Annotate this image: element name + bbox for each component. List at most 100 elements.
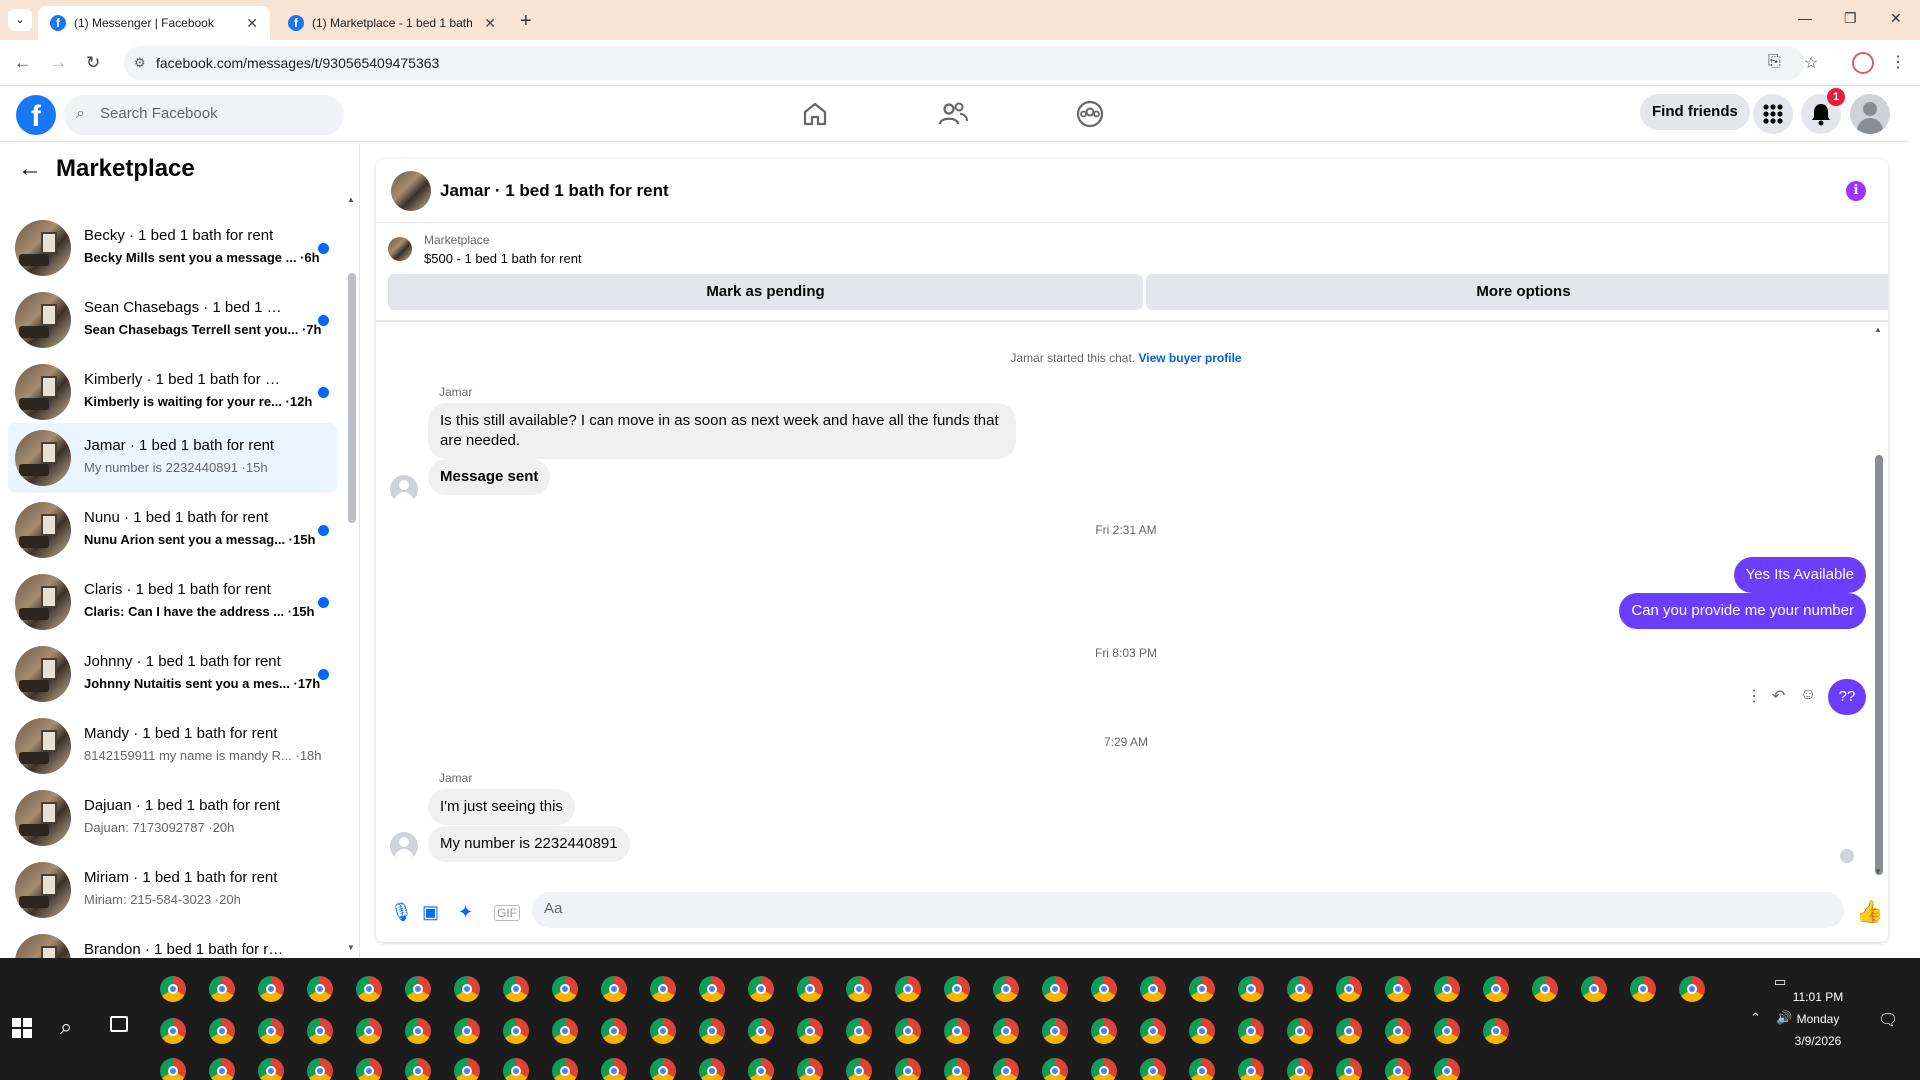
taskbar-app-icon[interactable] — [1189, 1018, 1215, 1044]
notification-center-icon[interactable]: 🗨 — [1878, 1010, 1898, 1030]
taskbar-app-icon[interactable] — [944, 976, 970, 1002]
react-emoji-icon[interactable]: ☺ — [1800, 686, 1816, 704]
taskbar-app-icon[interactable] — [1483, 1018, 1509, 1044]
taskbar-app-icon[interactable] — [1140, 1018, 1166, 1044]
conversation-item[interactable]: Brandon · 1 bed 1 bath for rent — [8, 927, 337, 958]
bookmark-star-icon[interactable]: ☆ — [1804, 53, 1818, 73]
taskbar-app-icon[interactable] — [1434, 1058, 1460, 1080]
windows-start-icon[interactable] — [12, 1018, 32, 1038]
taskbar-app-icon[interactable] — [1238, 1058, 1264, 1080]
listing-title[interactable]: $500 - 1 bed 1 bath for rent — [424, 251, 582, 266]
taskbar-app-icon[interactable] — [1385, 1058, 1411, 1080]
gif-icon[interactable]: GIF — [494, 905, 520, 921]
taskbar-app-icon[interactable] — [405, 1018, 431, 1044]
url-field[interactable]: ⚙ facebook.com/messages/t/93056540947536… — [124, 46, 1818, 80]
taskbar-app-icon[interactable] — [209, 1018, 235, 1044]
microphone-icon[interactable]: 🎙 — [390, 902, 413, 923]
taskbar-app-icon[interactable] — [1189, 1058, 1215, 1080]
taskbar-app-icon[interactable] — [160, 1058, 186, 1080]
taskbar-app-icon[interactable] — [1630, 976, 1656, 1002]
taskbar-app-icon[interactable] — [601, 1018, 627, 1044]
taskbar-app-icon[interactable] — [993, 1058, 1019, 1080]
conversation-item[interactable]: Kimberly · 1 bed 1 bath for rent Kimberl… — [8, 357, 337, 427]
taskbar-app-icon[interactable] — [846, 1058, 872, 1080]
clock-day[interactable]: Monday — [1778, 1012, 1858, 1026]
taskbar-app-icon[interactable] — [307, 976, 333, 1002]
taskbar-app-icon[interactable] — [1483, 976, 1509, 1002]
mark-as-pending-button[interactable]: Mark as pending — [388, 274, 1143, 310]
scroll-up-icon[interactable]: ▲ — [1874, 325, 1882, 334]
taskbar-app-icon[interactable] — [1287, 1018, 1313, 1044]
scroll-up-icon[interactable]: ▲ — [347, 195, 355, 204]
taskbar-app-icon[interactable] — [356, 1058, 382, 1080]
chat-title[interactable]: Jamar · 1 bed 1 bath for rent — [440, 181, 669, 201]
taskbar-app-icon[interactable] — [748, 1018, 774, 1044]
taskbar-app-icon[interactable] — [258, 1018, 284, 1044]
home-icon[interactable] — [799, 98, 831, 130]
sidebar-scrollbar[interactable] — [348, 273, 356, 523]
taskbar-app-icon[interactable] — [650, 1058, 676, 1080]
taskbar-app-icon[interactable] — [552, 976, 578, 1002]
taskbar-app-icon[interactable] — [650, 1018, 676, 1044]
taskbar-app-icon[interactable] — [454, 1058, 480, 1080]
find-friends-button[interactable]: Find friends — [1640, 94, 1750, 130]
taskbar-app-icon[interactable] — [944, 1058, 970, 1080]
taskbar-app-icon[interactable] — [160, 976, 186, 1002]
taskbar-app-icon[interactable] — [1385, 1018, 1411, 1044]
clock-time[interactable]: 11:01 PM — [1778, 990, 1858, 1004]
taskbar-app-icon[interactable] — [1287, 1058, 1313, 1080]
taskbar-app-icon[interactable] — [601, 976, 627, 1002]
tab-messenger[interactable]: f (1) Messenger | Facebook ✕ — [38, 6, 270, 40]
scroll-down-icon[interactable]: ▼ — [347, 943, 355, 952]
conversation-item[interactable]: Sean Chasebags · 1 bed 1 bath ... Sean C… — [8, 285, 337, 355]
conversation-item[interactable]: Nunu · 1 bed 1 bath for rent Nunu Arion … — [8, 495, 337, 565]
taskbar-app-icon[interactable] — [1336, 1058, 1362, 1080]
taskbar-app-icon[interactable] — [1385, 976, 1411, 1002]
clock-date[interactable]: 3/9/2026 — [1778, 1034, 1858, 1048]
taskbar-app-icon[interactable] — [601, 1058, 627, 1080]
taskbar-app-icon[interactable] — [356, 1018, 382, 1044]
taskbar-app-icon[interactable] — [1189, 976, 1215, 1002]
taskbar-app-icon[interactable] — [454, 1018, 480, 1044]
taskbar-app-icon[interactable] — [258, 976, 284, 1002]
taskbar-app-icon[interactable] — [1336, 1018, 1362, 1044]
taskbar-app-icon[interactable] — [797, 1018, 823, 1044]
taskbar-app-icon[interactable] — [405, 1058, 431, 1080]
reload-icon[interactable]: ↻ — [86, 53, 100, 73]
outgoing-message[interactable]: Can you provide me your number — [1619, 593, 1866, 629]
scroll-down-icon[interactable]: ▼ — [1874, 867, 1882, 876]
taskbar-app-icon[interactable] — [797, 1058, 823, 1080]
outgoing-message[interactable]: Yes Its Available — [1733, 557, 1866, 593]
incoming-message[interactable]: My number is 2232440891 — [428, 826, 630, 862]
listing-thumbnail[interactable] — [388, 237, 412, 261]
taskbar-app-icon[interactable] — [1091, 976, 1117, 1002]
more-options-button[interactable]: More options — [1146, 274, 1888, 310]
sender-avatar[interactable] — [390, 475, 418, 503]
taskbar-app-icon[interactable] — [1042, 1018, 1068, 1044]
taskbar-app-icon[interactable] — [944, 1018, 970, 1044]
site-info-icon[interactable]: ⚙ — [134, 55, 146, 71]
search-icon[interactable]: ⌕ — [60, 1014, 72, 1040]
conversation-item-selected[interactable]: Jamar · 1 bed 1 bath for rent My number … — [8, 423, 337, 493]
thumbs-up-icon[interactable]: 👍 — [1856, 899, 1883, 925]
new-tab-button[interactable]: + — [520, 10, 532, 33]
close-icon[interactable]: ✕ — [484, 15, 496, 32]
taskbar-app-icon[interactable] — [258, 1058, 284, 1080]
taskbar-app-icon[interactable] — [160, 1018, 186, 1044]
taskbar-app-icon[interactable] — [503, 1058, 529, 1080]
taskbar-app-icon[interactable] — [846, 976, 872, 1002]
close-icon[interactable]: ✕ — [246, 15, 258, 32]
taskbar-app-icon[interactable] — [552, 1058, 578, 1080]
message-input[interactable] — [544, 900, 1784, 917]
taskbar-app-icon[interactable] — [1042, 1058, 1068, 1080]
taskbar-app-icon[interactable] — [1679, 976, 1705, 1002]
chevron-up-icon[interactable]: ⌃ — [1750, 1010, 1761, 1026]
chat-avatar[interactable] — [391, 171, 431, 211]
taskbar-app-icon[interactable] — [1238, 976, 1264, 1002]
network-icon[interactable]: ▭ — [1774, 974, 1786, 990]
taskbar-app-icon[interactable] — [1434, 1018, 1460, 1044]
taskbar-app-icon[interactable] — [699, 976, 725, 1002]
taskbar-app-icon[interactable] — [699, 1018, 725, 1044]
taskbar-app-icon[interactable] — [1581, 976, 1607, 1002]
taskbar-app-icon[interactable] — [993, 976, 1019, 1002]
